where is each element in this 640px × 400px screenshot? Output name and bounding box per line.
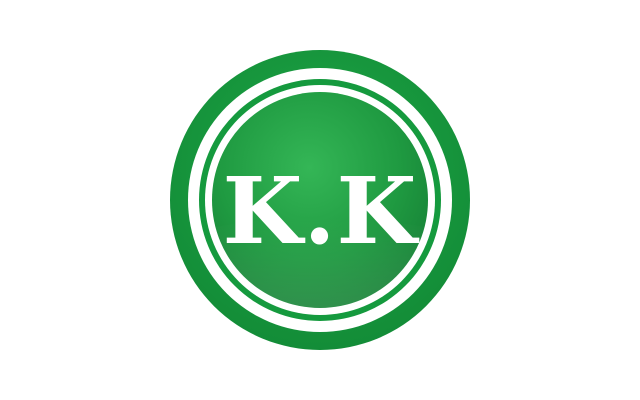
kk-logo-badge: K.K bbox=[170, 50, 470, 350]
canvas: K.K bbox=[0, 0, 640, 400]
logo-text: K.K bbox=[223, 157, 420, 265]
